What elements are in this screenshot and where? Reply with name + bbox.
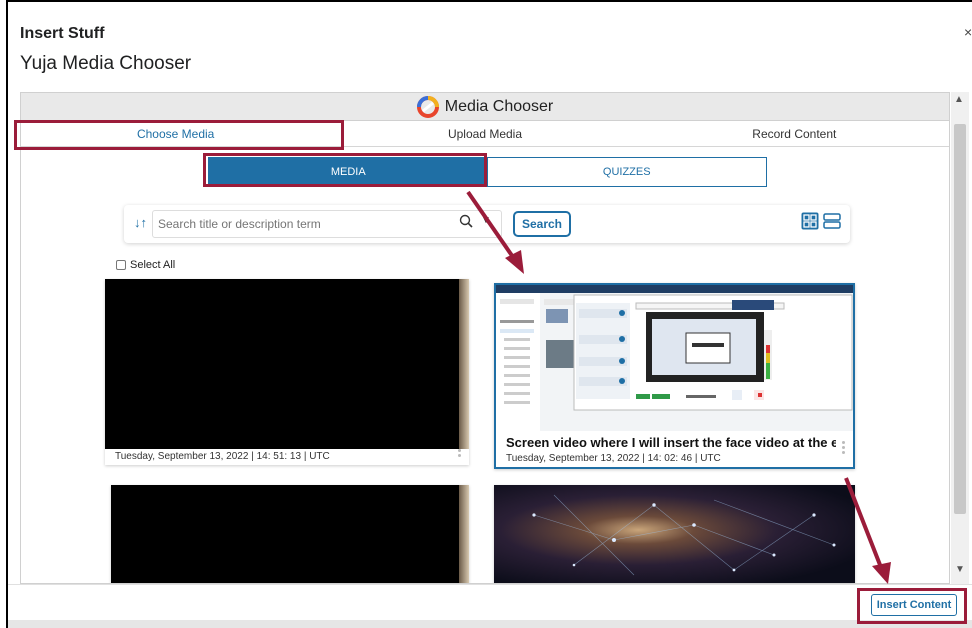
search-button[interactable]: Search bbox=[513, 211, 571, 237]
select-all-label: Select All bbox=[130, 259, 176, 271]
yuja-logo-icon bbox=[416, 95, 439, 118]
sort-icon[interactable]: ↓↑ bbox=[134, 215, 147, 230]
frame-top-edge bbox=[6, 0, 972, 2]
insert-content-button[interactable]: Insert Content bbox=[871, 594, 957, 616]
media-chooser-header: Media Chooser bbox=[21, 93, 949, 121]
more-options-icon[interactable] bbox=[458, 449, 461, 459]
media-card[interactable] bbox=[111, 485, 469, 583]
scrollbar-thumb[interactable] bbox=[954, 124, 966, 514]
chooser-tabs: Choose Media Upload Media Record Content bbox=[21, 121, 949, 147]
scroll-down-icon[interactable]: ▼ bbox=[955, 564, 965, 575]
chevron-down-icon[interactable]: ▼ bbox=[481, 215, 491, 226]
media-thumbnail[interactable] bbox=[111, 485, 469, 583]
media-thumbnail[interactable] bbox=[496, 285, 853, 431]
media-date: Tuesday, September 13, 2022 | 14: 51: 13… bbox=[115, 451, 330, 462]
media-card[interactable]: Screen video where I will insert the fac… bbox=[494, 283, 855, 469]
media-card[interactable] bbox=[494, 485, 855, 583]
media-type-toggle: MEDIA QUIZZES bbox=[208, 157, 767, 187]
segment-media[interactable]: MEDIA bbox=[209, 158, 488, 186]
media-thumbnail[interactable] bbox=[494, 485, 855, 583]
media-card[interactable]: Tuesday, September 13, 2022 | 14: 51: 13… bbox=[105, 279, 469, 465]
search-input[interactable] bbox=[152, 210, 502, 238]
grid-view-icon[interactable] bbox=[801, 212, 819, 230]
select-all[interactable]: Select All bbox=[116, 259, 175, 271]
media-date: Tuesday, September 13, 2022 | 14: 02: 46… bbox=[506, 453, 721, 464]
dialog-footer-strip bbox=[8, 620, 972, 628]
more-options-icon[interactable] bbox=[842, 441, 845, 456]
media-thumbnail[interactable] bbox=[105, 279, 469, 449]
particle-network-image bbox=[532, 494, 836, 576]
media-chooser-frame: Media Chooser Choose Media Upload Media … bbox=[20, 92, 950, 584]
search-icon[interactable] bbox=[459, 214, 473, 228]
segment-quizzes[interactable]: QUIZZES bbox=[488, 158, 767, 186]
tab-choose-media[interactable]: Choose Media bbox=[21, 121, 330, 146]
tab-upload-media[interactable]: Upload Media bbox=[330, 121, 639, 146]
media-title[interactable]: Screen video where I will insert the fac… bbox=[506, 435, 836, 450]
close-icon[interactable]: × bbox=[964, 24, 972, 40]
list-view-icon[interactable] bbox=[823, 212, 841, 230]
scrollbar[interactable]: ▲ ▼ bbox=[951, 92, 969, 584]
media-chooser-title: Media Chooser bbox=[444, 97, 554, 115]
frame-left-edge bbox=[6, 0, 8, 628]
dialog-title: Insert Stuff bbox=[20, 25, 105, 42]
dialog-subtitle: Yuja Media Chooser bbox=[20, 53, 192, 74]
tab-record-content[interactable]: Record Content bbox=[640, 121, 949, 146]
scroll-up-icon[interactable]: ▲ bbox=[954, 94, 964, 105]
select-all-checkbox[interactable] bbox=[116, 260, 126, 270]
screen-recording-preview bbox=[496, 285, 853, 431]
search-bar: ↓↑ ▼ Search bbox=[124, 205, 850, 243]
